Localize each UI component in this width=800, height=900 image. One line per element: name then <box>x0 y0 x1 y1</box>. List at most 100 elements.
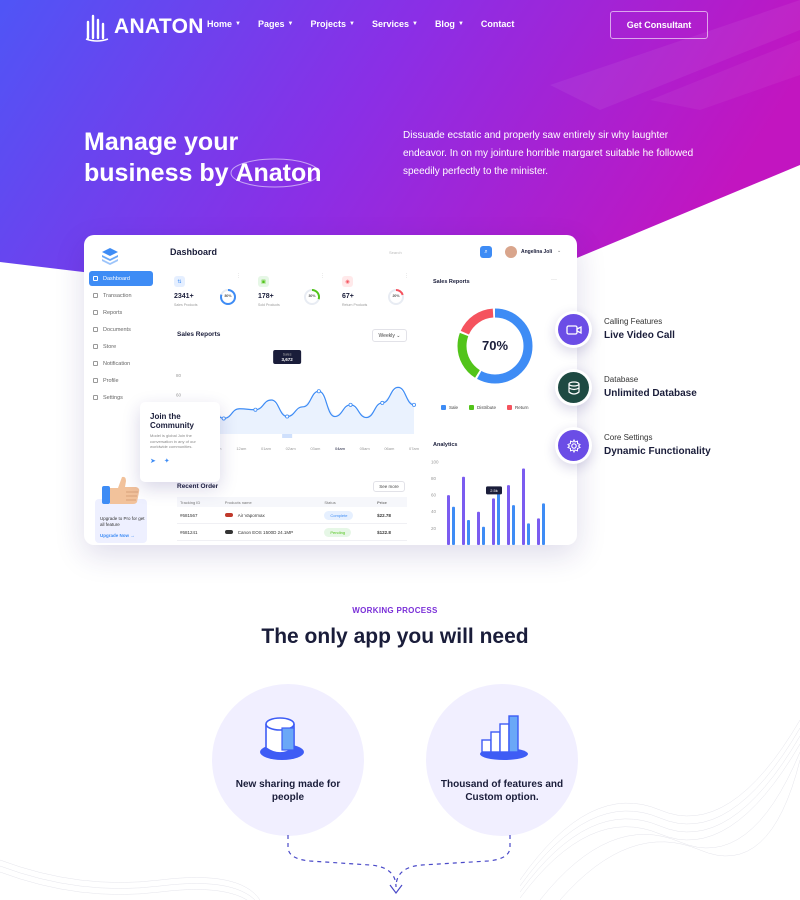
product-name: Canon EOS 1500D 24.1MP <box>237 529 294 535</box>
dashboard-icon <box>93 276 98 281</box>
analytics-bar[interactable] <box>507 485 510 545</box>
chart-icon: ⇅ <box>174 276 185 287</box>
analytics-bar[interactable] <box>447 495 450 545</box>
data-point[interactable] <box>316 389 321 394</box>
stat-percent: 20% <box>392 294 400 298</box>
period-label: Weekly <box>378 332 395 339</box>
menu-label: Contact <box>480 19 515 29</box>
analytics-bar[interactable] <box>542 503 545 545</box>
stat-value: 67+ <box>342 293 354 300</box>
bar-tooltip-value: 2.5k <box>490 488 498 493</box>
more-icon[interactable]: ⋮ <box>404 273 409 279</box>
process-card-features[interactable]: Thousand of features and Custom option. <box>426 684 578 836</box>
product-name: Air Vapormax <box>237 512 265 518</box>
tooltip-label: Sales <box>283 353 292 357</box>
menu-item-contact[interactable]: Contact <box>481 19 515 29</box>
database-icon <box>558 372 589 403</box>
header-price[interactable]: Price <box>377 500 407 505</box>
hero-description: Dissuade ecstatic and properly saw entir… <box>403 130 694 177</box>
more-icon[interactable]: ⋮ <box>320 273 325 279</box>
analytics-bar[interactable] <box>497 490 500 545</box>
gear-icon <box>93 395 98 400</box>
join-community-card[interactable]: Join the Community Model is global Join … <box>140 402 220 482</box>
header-status[interactable]: Status <box>324 500 377 505</box>
telegram-icon[interactable]: ➤ <box>150 457 156 465</box>
data-point[interactable] <box>380 400 385 405</box>
chevron-down-icon: ▼ <box>457 21 464 27</box>
menu-item-projects[interactable]: Projects ▼ <box>310 19 354 29</box>
data-point[interactable] <box>285 414 290 419</box>
menu-item-blog[interactable]: Blog ▼ <box>435 19 464 29</box>
header-tracking-id[interactable]: Tracking ID <box>180 500 225 505</box>
menu-item-pages[interactable]: Pages ▼ <box>258 19 293 29</box>
process-card-sharing[interactable]: New sharing made for people <box>212 684 364 836</box>
analytics-bar[interactable] <box>492 498 495 545</box>
analytics-bar[interactable] <box>527 523 530 545</box>
tracking-id: #681567 <box>180 512 198 518</box>
analytics-bar[interactable] <box>482 526 485 545</box>
sidebar-item-reports[interactable]: Reports <box>89 305 153 320</box>
search-button[interactable]: ⌕ <box>480 246 492 258</box>
more-icon[interactable]: ··· <box>551 277 557 283</box>
sidebar-item-profile[interactable]: Profile <box>89 373 153 388</box>
dashboard-search-input[interactable]: Search <box>389 250 402 255</box>
join-title: Join the Community <box>150 412 194 430</box>
video-icon <box>558 314 589 345</box>
sidebar-item-documents[interactable]: Documents <box>89 322 153 337</box>
store-icon <box>93 344 98 349</box>
see-more-button[interactable]: See more <box>373 481 405 492</box>
analytics-bar[interactable] <box>512 505 515 545</box>
box-icon: ▣ <box>258 276 269 287</box>
menu-label: Blog <box>434 19 455 29</box>
analytics-bar[interactable] <box>452 506 455 545</box>
analytics-bar[interactable] <box>467 520 470 545</box>
y-tick-label: 60 <box>176 393 182 398</box>
twitter-icon[interactable]: ✦ <box>164 457 170 465</box>
feature-unlimited-database[interactable]: Database Unlimited Database <box>555 369 775 409</box>
data-point[interactable] <box>348 402 353 407</box>
hero-title-prefix: business by <box>84 159 236 187</box>
sidebar-item-dashboard[interactable]: Dashboard <box>89 271 153 286</box>
brand-logo[interactable]: ANATON <box>84 12 204 42</box>
sidebar-item-transaction[interactable]: Transaction <box>89 288 153 303</box>
feature-dynamic-functionality[interactable]: Core Settings Dynamic Functionality <box>555 427 775 467</box>
analytics-bar[interactable] <box>462 476 465 545</box>
legend-return: Return <box>507 405 529 410</box>
chevron-down-icon: ▼ <box>287 21 294 27</box>
table-row[interactable]: #681241 Canon EOS 1500D 24.1MP Pending $… <box>177 524 407 541</box>
feature-live-video-call[interactable]: Calling Features Live Video Call <box>555 311 775 351</box>
sidebar-item-store[interactable]: Store <box>89 339 153 354</box>
get-consultant-button[interactable]: Get Consultant <box>610 11 708 39</box>
data-point[interactable] <box>221 416 226 421</box>
avatar[interactable] <box>505 246 517 258</box>
data-point[interactable] <box>411 402 416 407</box>
feature-value: Dynamic Functionality <box>604 446 711 457</box>
table-row[interactable]: #681567 Air Vapormax Complete $22.78 <box>177 507 407 524</box>
chevron-down-icon[interactable]: ⌄ <box>557 248 561 254</box>
menu-item-services[interactable]: Services ▼ <box>372 19 418 29</box>
sidebar-item-notification[interactable]: Notification <box>89 356 153 371</box>
analytics-bar[interactable] <box>477 511 480 545</box>
hero-title-line2: business by Anaton <box>84 158 344 189</box>
menu-item-home[interactable]: Home ▼ <box>207 19 241 29</box>
more-icon[interactable]: ⋮ <box>236 273 241 279</box>
price: $22.78 <box>377 512 391 518</box>
analytics-bar[interactable] <box>522 468 525 545</box>
data-point[interactable] <box>253 407 258 412</box>
price: $122.8 <box>377 529 391 535</box>
join-social-icons: ➤ ✦ <box>150 457 210 465</box>
status-badge: Pending <box>324 527 352 537</box>
stat-sold-products: ▣ 178+ Sold Products 30% ⋮ <box>258 273 338 313</box>
sidebar-item-label: Settings <box>103 394 123 401</box>
feature-icon-circle <box>555 311 592 348</box>
period-select[interactable]: Weekly ⌄ <box>372 329 407 342</box>
header-products-name[interactable]: Products name <box>225 500 325 505</box>
blocks-icon <box>480 715 528 760</box>
x-tick-label: 03am <box>310 446 321 451</box>
analytics-bar[interactable] <box>537 518 540 545</box>
y-tick-label: 80 <box>176 373 182 378</box>
legend-distribute: Distribute <box>469 405 496 410</box>
sales-reports-title: Sales Reports <box>177 331 221 338</box>
stat-label: Sales Products <box>174 303 198 307</box>
upgrade-now-link[interactable]: Upgrade Now → <box>100 533 135 538</box>
